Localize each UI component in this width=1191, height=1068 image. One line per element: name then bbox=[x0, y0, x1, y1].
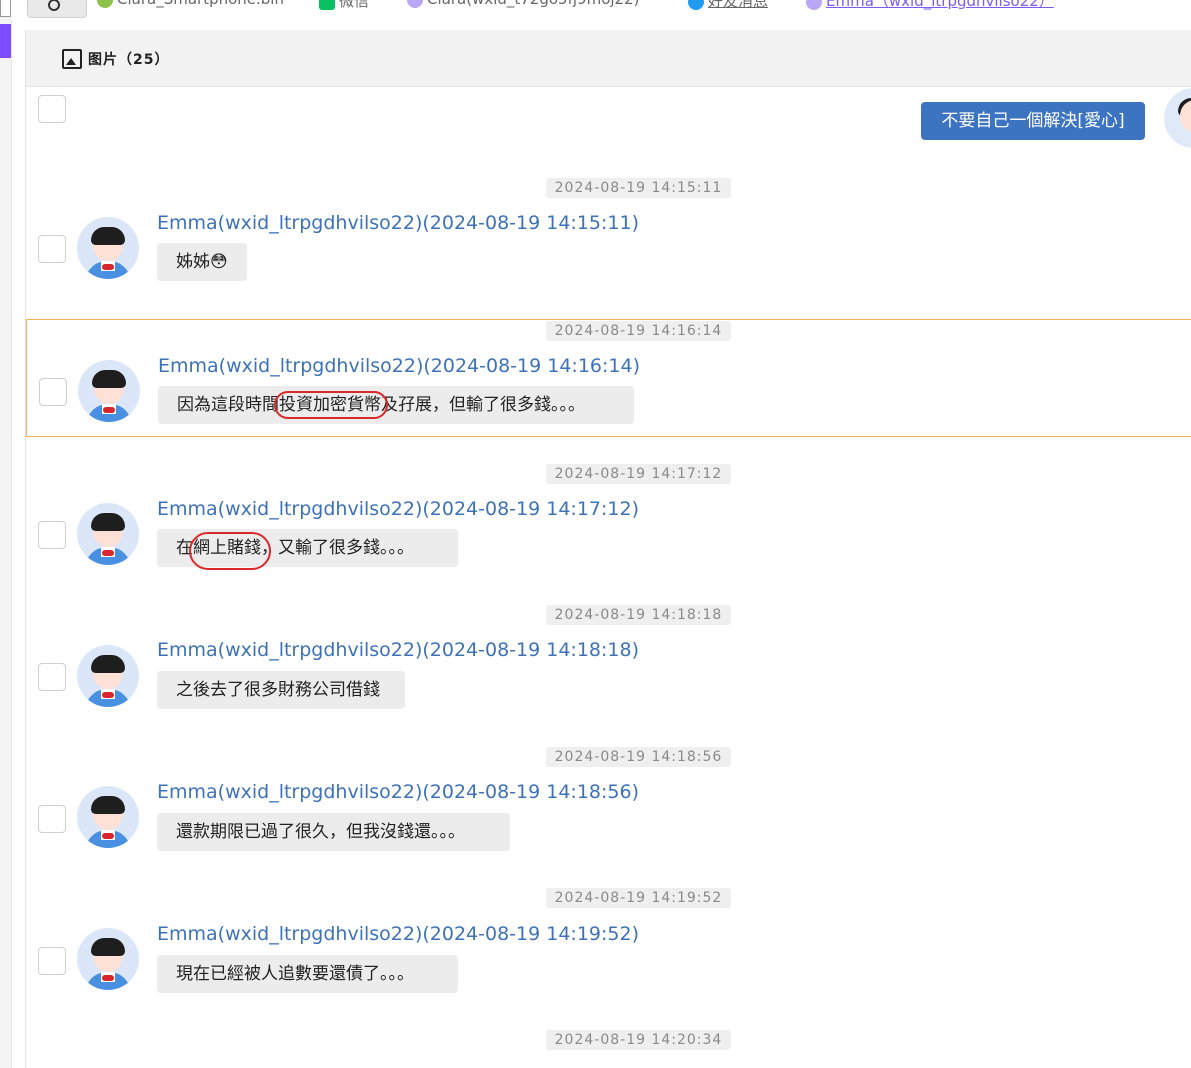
avatar bbox=[77, 928, 139, 990]
breadcrumb-item-app[interactable]: 微信 bbox=[319, 0, 369, 11]
breadcrumb: Clara_Smartphone.bin 微信 Clara(wxid_t72go… bbox=[11, 0, 1191, 20]
annotation-circle bbox=[274, 391, 388, 419]
avatar-bowtie bbox=[103, 407, 115, 413]
avatar-bowtie bbox=[102, 833, 114, 839]
avatar-bowtie bbox=[102, 692, 114, 698]
message-bubble: 姊姊😳 bbox=[157, 243, 247, 281]
avatar bbox=[77, 786, 139, 848]
message-checkbox[interactable] bbox=[38, 95, 66, 123]
sender-name[interactable]: Emma(wxid_ltrpgdhvilso22)(2024-08-19 14:… bbox=[157, 639, 639, 661]
message-timestamp: 2024-08-19 14:16:14 bbox=[546, 321, 731, 341]
message-checkbox[interactable] bbox=[38, 663, 66, 691]
avatar-hair bbox=[91, 655, 125, 673]
avatar bbox=[77, 503, 139, 565]
message-timestamp: 2024-08-19 14:18:56 bbox=[546, 747, 731, 767]
breadcrumb-item-friend-messages[interactable]: 好友消息 bbox=[688, 0, 768, 11]
panel-header: 图片（25） bbox=[26, 30, 1191, 87]
android-icon bbox=[97, 0, 113, 8]
wechat-icon bbox=[319, 0, 335, 10]
message-bubble: 還款期限已過了很久，但我沒錢還。。。 bbox=[157, 813, 510, 851]
image-icon bbox=[62, 49, 82, 69]
sender-name[interactable]: Emma(wxid_ltrpgdhvilso22)(2024-08-19 14:… bbox=[157, 498, 639, 520]
avatar-bowtie bbox=[102, 975, 114, 981]
message-timestamp: 2024-08-19 14:20:34 bbox=[546, 1030, 731, 1050]
message-timestamp: 2024-08-19 14:15:11 bbox=[546, 178, 731, 198]
sender-name[interactable]: Emma(wxid_ltrpgdhvilso22)(2024-08-19 14:… bbox=[158, 355, 640, 377]
sender-name[interactable]: Emma(wxid_ltrpgdhvilso22)(2024-08-19 14:… bbox=[157, 923, 639, 945]
chat-bubble-icon bbox=[688, 0, 704, 10]
breadcrumb-item-device[interactable]: Clara_Smartphone.bin bbox=[97, 0, 284, 8]
annotation-circle bbox=[189, 532, 271, 570]
avatar-bowtie bbox=[102, 264, 114, 270]
breadcrumb-item-account[interactable]: Clara(wxid_t72go5fj9moj22) bbox=[407, 0, 639, 8]
user-icon bbox=[806, 0, 822, 10]
sender-name[interactable]: Emma(wxid_ltrpgdhvilso22)(2024-08-19 14:… bbox=[157, 212, 639, 234]
key-icon bbox=[48, 0, 60, 11]
left-sidebar-tab[interactable] bbox=[0, 0, 11, 17]
avatar-hair bbox=[91, 938, 125, 956]
message-checkbox[interactable] bbox=[39, 378, 67, 406]
message-checkbox[interactable] bbox=[38, 235, 66, 263]
message-timestamp: 2024-08-19 14:17:12 bbox=[546, 464, 731, 484]
message-timestamp: 2024-08-19 14:18:18 bbox=[546, 605, 731, 625]
avatar bbox=[78, 360, 140, 422]
left-sidebar-active-marker[interactable] bbox=[0, 24, 11, 58]
avatar bbox=[77, 645, 139, 707]
message-checkbox[interactable] bbox=[38, 521, 66, 549]
message-checkbox[interactable] bbox=[38, 805, 66, 833]
avatar-hair bbox=[91, 796, 125, 814]
back-button[interactable] bbox=[27, 0, 87, 18]
left-sidebar-strip bbox=[0, 0, 12, 1068]
panel-title[interactable]: 图片（25） bbox=[88, 49, 169, 69]
avatar-hair bbox=[91, 513, 125, 531]
avatar-hair bbox=[91, 227, 125, 245]
avatar bbox=[1164, 88, 1191, 148]
message-checkbox[interactable] bbox=[38, 947, 66, 975]
avatar bbox=[77, 217, 139, 279]
message-bubble: 現在已經被人追數要還債了。。。 bbox=[157, 955, 458, 993]
user-icon bbox=[407, 0, 423, 8]
avatar-hair bbox=[92, 370, 126, 388]
breadcrumb-item-contact[interactable]: Emma（wxid_ltrpgdhvilso22） bbox=[806, 0, 1054, 11]
chat-panel: 图片（25） 不要自己一個解決[愛心] 2024-08-19 14:15:11 … bbox=[25, 30, 1191, 1068]
avatar-bowtie bbox=[102, 550, 114, 556]
message-bubble: 因為這段時間投資加密貨幣及孖展，但輸了很多錢。。。 bbox=[158, 386, 634, 424]
message-timestamp: 2024-08-19 14:19:52 bbox=[546, 888, 731, 908]
sent-message-bubble: 不要自己一個解決[愛心] bbox=[921, 102, 1145, 140]
sender-name[interactable]: Emma(wxid_ltrpgdhvilso22)(2024-08-19 14:… bbox=[157, 781, 639, 803]
message-bubble: 之後去了很多財務公司借錢 bbox=[157, 671, 405, 709]
